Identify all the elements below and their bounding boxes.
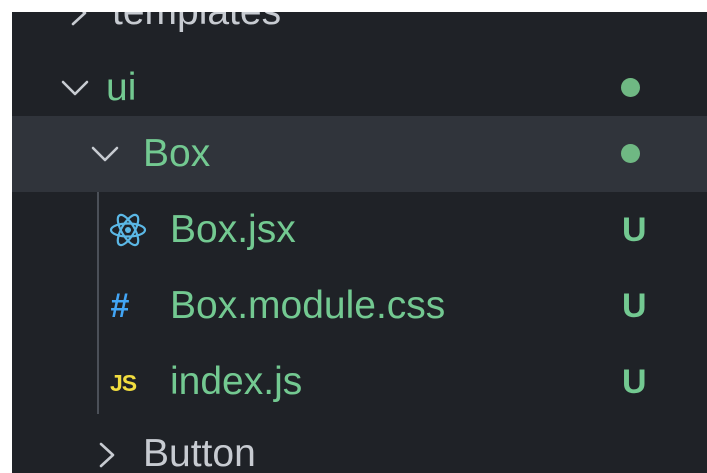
tree-item-ui[interactable]: ui xyxy=(12,50,707,126)
modified-dot-icon xyxy=(621,78,640,97)
tree-item-templates[interactable]: templates xyxy=(12,12,707,50)
tree-item-box-module-css[interactable]: # Box.module.css U xyxy=(12,268,707,344)
untracked-status-badge: U xyxy=(622,211,647,249)
chevron-down-icon xyxy=(90,144,120,164)
tree-item-button-folder[interactable]: Button xyxy=(12,416,707,473)
untracked-status-badge: U xyxy=(622,363,647,401)
js-icon: JS xyxy=(110,370,137,396)
css-hash-icon: # xyxy=(110,287,129,325)
tree-item-index-js[interactable]: JS index.js U xyxy=(12,344,707,420)
chevron-right-icon xyxy=(68,12,90,28)
untracked-status-badge: U xyxy=(622,287,647,325)
chevron-down-icon xyxy=(60,78,90,98)
chevron-right-icon xyxy=(96,440,118,470)
tree-item-label: Box.jsx xyxy=(170,208,296,251)
modified-dot-icon xyxy=(621,144,640,163)
tree-item-label: templates xyxy=(112,12,281,34)
tree-item-label: Button xyxy=(143,432,256,473)
tree-item-box-folder[interactable]: Box xyxy=(12,116,707,192)
tree-item-label: Box.module.css xyxy=(170,284,446,327)
tree-item-box-jsx[interactable]: Box.jsx U xyxy=(12,192,707,268)
react-icon xyxy=(108,210,148,255)
tree-item-label: index.js xyxy=(170,360,303,403)
tree-item-label: ui xyxy=(106,66,137,109)
tree-item-label: Box xyxy=(143,132,211,175)
file-explorer-tree: templates ui Box Box.jsx U xyxy=(12,12,707,473)
